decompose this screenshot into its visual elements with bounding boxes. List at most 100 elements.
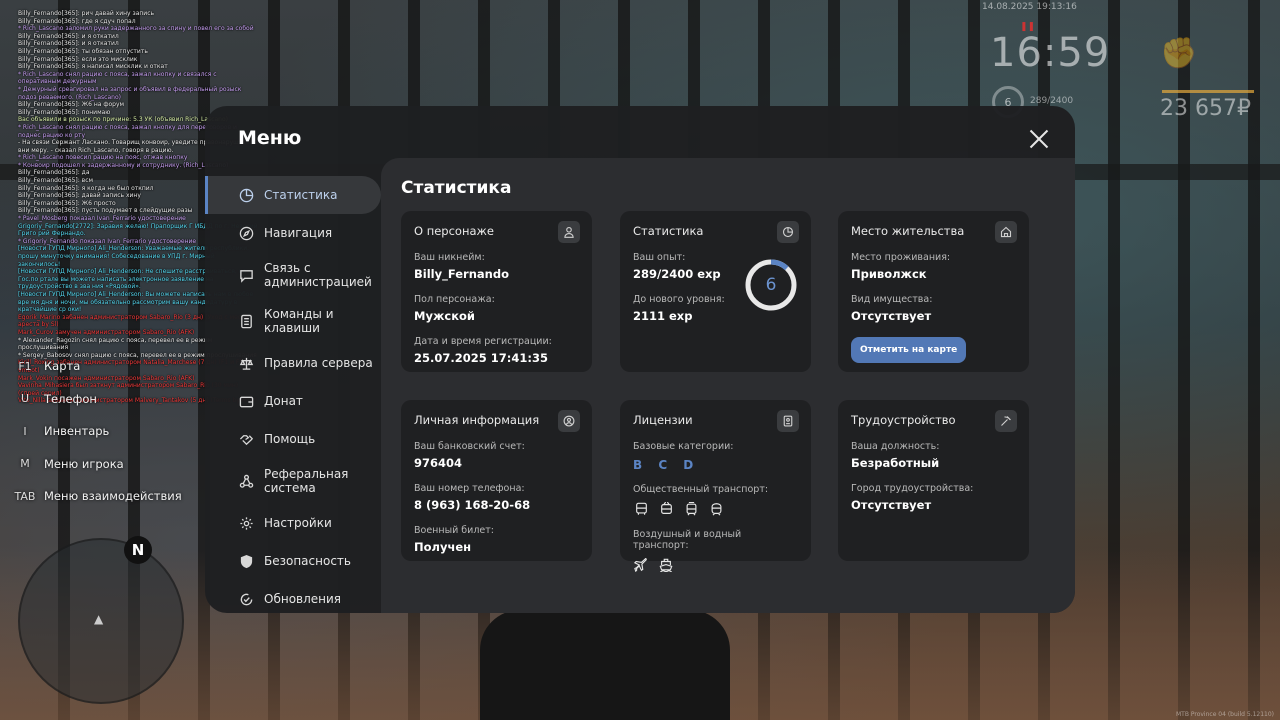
bank-value: 976404 xyxy=(414,456,463,470)
property-value: Отсутствует xyxy=(851,309,932,323)
chat-line: Billy_Fernando[365]: рич давай хину запи… xyxy=(18,10,155,17)
nav-item-security[interactable]: Безопасность xyxy=(205,542,381,580)
menu-modal: Меню Статистика Навигация Связь с админи… xyxy=(205,106,1075,613)
nav-item-admin-contact[interactable]: Связь с администрацией xyxy=(205,252,381,298)
card-employment: Трудоустройство Ваша должность: Безработ… xyxy=(838,400,1029,561)
nav-label: Реферальная система xyxy=(264,467,349,495)
air-water-transport-label: Воздушный и водный транспорт: xyxy=(633,529,742,551)
menu-sidebar: Статистика Навигация Связь с администрац… xyxy=(205,176,381,613)
public-transport-icons xyxy=(633,501,798,517)
level-value: 6 xyxy=(765,275,777,295)
card-title: Лицензии xyxy=(633,413,693,427)
card-personal-info: Личная информация Ваш банковский счет: 9… xyxy=(401,400,592,561)
hotkey-map[interactable]: F1 Карта xyxy=(12,350,182,383)
gear-icon xyxy=(238,515,254,531)
chart-pie-icon xyxy=(777,221,799,243)
phone-label: Ваш номер телефона: xyxy=(414,483,525,494)
build-version: MTB Province 04 (build 5.12110) xyxy=(1176,711,1274,718)
nav-item-updates[interactable]: Обновления xyxy=(205,580,381,613)
nav-label: Статистика xyxy=(264,188,338,202)
nickname-label: Ваш никнейм: xyxy=(414,252,485,263)
card-character: О персонаже Ваш никнейм: Billy_Fernando … xyxy=(401,211,592,372)
hotkey-interaction-menu[interactable]: TAB Меню взаимодействия xyxy=(12,480,182,513)
military-label: Военный билет: xyxy=(414,525,494,536)
hud-clock: 16:59 xyxy=(990,30,1111,76)
public-transport-label: Общественный транспорт: xyxy=(633,484,769,495)
nav-item-rules[interactable]: Правила сервера xyxy=(205,344,381,382)
panel-title: Статистика xyxy=(401,178,512,198)
work-city-value: Отсутствует xyxy=(851,498,932,512)
wallet-icon xyxy=(238,393,254,409)
tram-icon xyxy=(683,501,699,517)
hotkey-key: U xyxy=(20,392,30,406)
home-icon xyxy=(995,221,1017,243)
chat-line: Billy_Fernando[365]: и я откатил xyxy=(18,40,119,48)
shield-icon xyxy=(238,553,254,569)
hotkey-label: Инвентарь xyxy=(44,424,110,439)
nav-label: Настройки xyxy=(264,516,332,530)
air-water-transport-icons xyxy=(633,557,798,573)
chat-line: * Дежурный среагировал на запрос и объяв… xyxy=(18,85,242,101)
close-button[interactable] xyxy=(1028,128,1050,150)
scales-icon xyxy=(238,355,254,371)
gender-value: Мужской xyxy=(414,309,475,323)
card-title: О персонаже xyxy=(414,224,494,238)
work-city-label: Город трудоустройства: xyxy=(851,483,974,494)
hotkey-key: TAB xyxy=(14,489,36,503)
gender-label: Пол персонажа: xyxy=(414,294,495,305)
nav-item-settings[interactable]: Настройки xyxy=(205,504,381,542)
chat-icon xyxy=(238,267,254,283)
phone-value: 8 (963) 168-20-68 xyxy=(414,498,531,512)
card-title: Трудоустройство xyxy=(851,413,956,427)
card-licenses: Лицензии Базовые категории: B C D Общест… xyxy=(620,400,811,572)
nav-label: Донат xyxy=(264,394,303,408)
hud-exp: 289/2400 xyxy=(1030,96,1074,106)
trolleybus-icon xyxy=(658,501,674,517)
hotkey-key: M xyxy=(20,457,30,471)
nav-label: Правила сервера xyxy=(264,356,373,370)
nav-label: Команды и клавиши xyxy=(264,307,334,335)
nav-label: Навигация xyxy=(264,226,333,240)
statistics-panel: Статистика О персонаже Ваш никнейм: Bill… xyxy=(381,158,1075,613)
fist-weapon-icon: ✊ xyxy=(1160,36,1198,71)
pickaxe-icon xyxy=(995,410,1017,432)
chat-line: Billy_Fernando[365]: я написал мисклик и… xyxy=(18,63,168,71)
hud-money: 23 657₽ xyxy=(1160,96,1251,121)
plane-icon xyxy=(633,557,649,573)
keyboard-icon xyxy=(238,313,254,329)
hotkey-phone[interactable]: U Телефон xyxy=(12,383,182,416)
nav-label: Обновления xyxy=(264,592,342,606)
nav-item-navigation[interactable]: Навигация xyxy=(205,214,381,252)
position-label: Ваша должность: xyxy=(851,441,940,452)
residence-value: Приволжск xyxy=(851,267,927,281)
nav-item-statistics[interactable]: Статистика xyxy=(205,176,381,214)
handshake-icon xyxy=(238,431,254,447)
nav-item-commands[interactable]: Команды и клавиши xyxy=(205,298,381,344)
hotkey-inventory[interactable]: I Инвентарь xyxy=(12,415,182,448)
property-label: Вид имущества: xyxy=(851,294,933,305)
nav-item-referral[interactable]: Реферальная система xyxy=(205,458,381,504)
hotkey-player-menu[interactable]: M Меню игрока xyxy=(12,448,182,481)
hud-datetime: 14.08.2025 19:13:16 xyxy=(982,2,1077,12)
north-indicator: N xyxy=(124,536,152,564)
military-value: Получен xyxy=(414,540,472,554)
ship-icon xyxy=(658,557,674,573)
nav-label: Связь с администрацией xyxy=(264,261,372,289)
base-categories-value: B C D xyxy=(633,458,700,472)
chat-line: * Rich_Lascano заломил руки задержанного… xyxy=(18,25,254,33)
bank-label: Ваш банковский счет: xyxy=(414,441,525,452)
mark-on-map-button[interactable]: Отметить на карте xyxy=(851,337,967,363)
chat-line: Billy_Fernando[365]: ты обязан отпустить xyxy=(18,47,148,55)
nav-label: Безопасность xyxy=(264,554,351,568)
nav-item-help[interactable]: Помощь xyxy=(205,420,381,458)
player-arrow-icon: ▲ xyxy=(94,612,104,626)
network-icon xyxy=(238,473,254,489)
user-circle-icon xyxy=(558,410,580,432)
metro-icon xyxy=(708,501,724,517)
nav-item-donate[interactable]: Донат xyxy=(205,382,381,420)
card-title: Статистика xyxy=(633,224,704,238)
compass-icon xyxy=(238,225,254,241)
registration-label: Дата и время регистрации: xyxy=(414,336,552,347)
user-icon xyxy=(558,221,580,243)
nav-label: Помощь xyxy=(264,432,316,446)
